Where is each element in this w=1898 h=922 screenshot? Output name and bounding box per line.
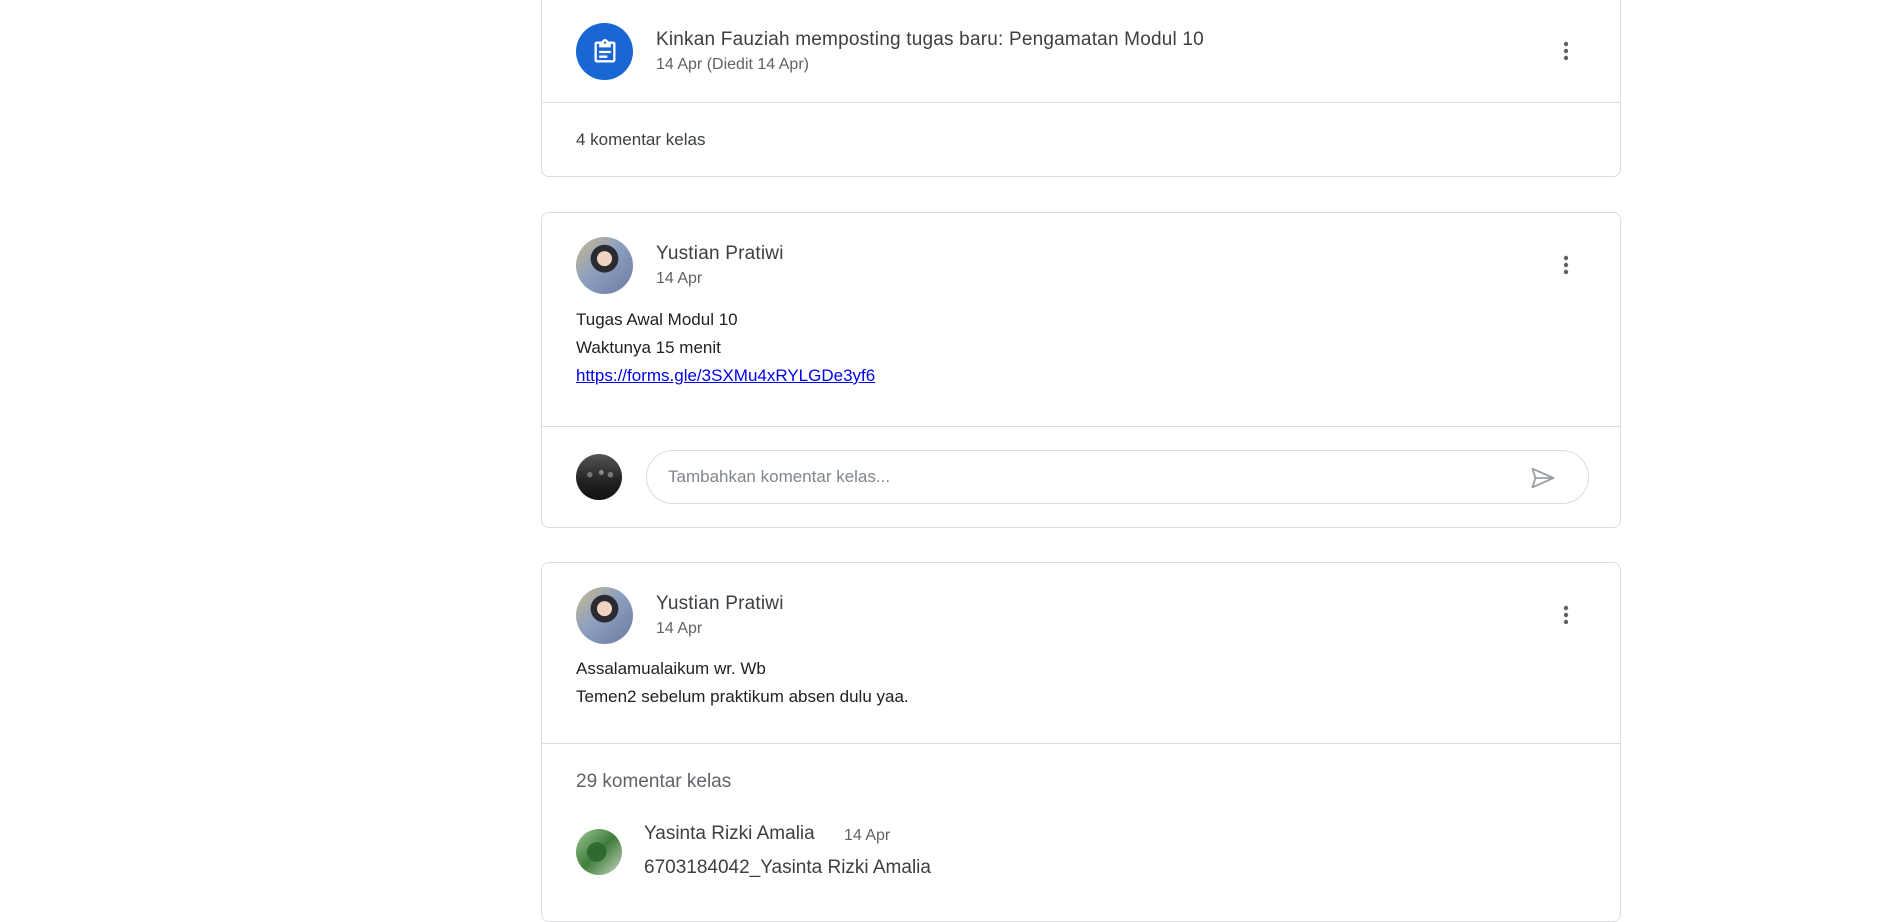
comment-author: Yasinta Rizki Amalia [644, 823, 815, 844]
post-author: Yustian Pratiwi [656, 243, 784, 264]
avatar [576, 587, 633, 644]
post-line: Waktunya 15 menit [576, 338, 721, 357]
more-vert-icon [1563, 255, 1569, 275]
post-date: 14 Apr (Diedit 14 Apr) [656, 56, 809, 73]
send-icon[interactable] [1528, 464, 1558, 492]
more-vert-icon [1563, 605, 1569, 625]
form-link[interactable]: https://forms.gle/3SXMu4xRYLGDe3yf6 [576, 366, 875, 385]
post-header: Yustian Pratiwi 14 Apr [576, 237, 1586, 295]
post-date: 14 Apr [656, 270, 703, 287]
commenter-avatar [576, 829, 622, 875]
more-options-button[interactable] [1546, 595, 1586, 635]
post-date: 14 Apr [656, 620, 703, 637]
post-title[interactable]: Kinkan Fauziah memposting tugas baru: Pe… [656, 29, 1204, 51]
comment-text: 6703184042_Yasinta Rizki Amalia [644, 857, 931, 878]
current-user-avatar [576, 454, 622, 500]
post-line: Tugas Awal Modul 10 [576, 310, 738, 329]
divider [542, 102, 1620, 103]
post-line: Assalamualaikum wr. Wb [576, 659, 766, 678]
class-comments-link[interactable]: 29 komentar kelas [576, 771, 731, 793]
more-vert-icon [1563, 41, 1569, 61]
post-line: Temen2 sebelum praktikum absen dulu yaa. [576, 687, 909, 706]
post-body: Tugas Awal Modul 10 Waktunya 15 menit ht… [576, 306, 875, 390]
more-options-button[interactable] [1546, 31, 1586, 71]
announcement-card: Yustian Pratiwi 14 Apr Tugas Awal Modul … [541, 212, 1621, 528]
class-comments-link[interactable]: 4 komentar kelas [576, 130, 705, 150]
comment-date: 14 Apr [844, 827, 891, 844]
avatar [576, 237, 633, 294]
post-header: Kinkan Fauziah memposting tugas baru: Pe… [576, 23, 1586, 81]
comment-placeholder: Tambahkan komentar kelas... [668, 467, 891, 486]
more-options-button[interactable] [1546, 245, 1586, 285]
class-comment-input[interactable]: Tambahkan komentar kelas... [646, 450, 1589, 504]
assignment-post-card: Kinkan Fauziah memposting tugas baru: Pe… [541, 0, 1621, 177]
assignment-icon [576, 23, 633, 80]
announcement-card: Yustian Pratiwi 14 Apr Assalamualaikum w… [541, 562, 1621, 922]
post-body: Assalamualaikum wr. Wb Temen2 sebelum pr… [576, 655, 909, 711]
divider [542, 743, 1620, 744]
post-header: Yustian Pratiwi 14 Apr [576, 587, 1586, 645]
divider [542, 426, 1620, 427]
post-author: Yustian Pratiwi [656, 593, 784, 614]
